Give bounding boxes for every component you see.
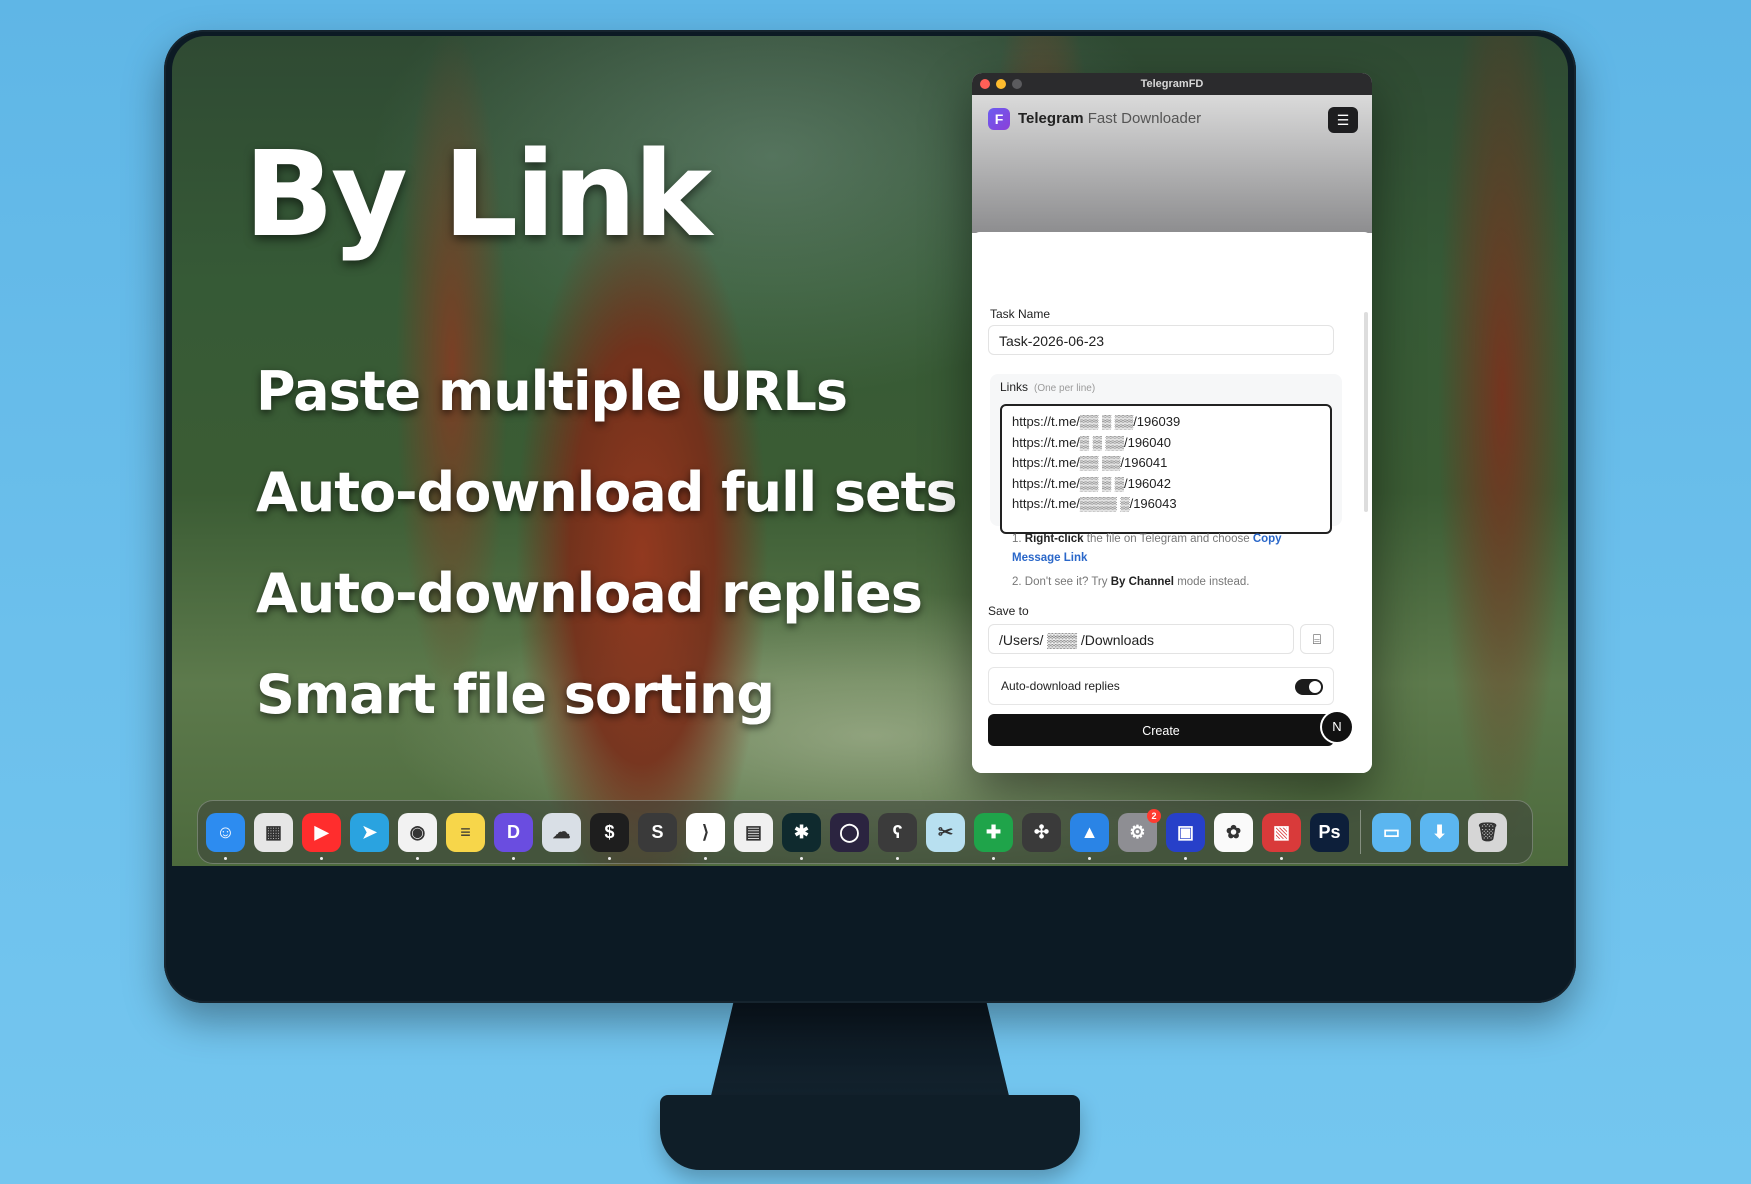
app-title-bold: Telegram <box>1018 110 1084 127</box>
screen-icon[interactable]: ▧ <box>1262 812 1301 860</box>
feature-item: Smart file sorting <box>256 663 775 726</box>
perplexity-icon[interactable]: ✱ <box>782 812 821 860</box>
folder-open-icon[interactable]: ⌸ <box>1300 624 1334 654</box>
launchpad-icon[interactable]: ▦ <box>254 812 293 852</box>
running-indicator <box>224 856 227 860</box>
scissors-icon[interactable]: ✂ <box>926 812 965 852</box>
step1-prefix: 1. <box>1012 533 1022 545</box>
close-button[interactable] <box>980 79 990 89</box>
folder-icon[interactable]: ▭ <box>1372 812 1411 852</box>
links-label-text: Links <box>1000 380 1029 394</box>
by-channel-mode: By Channel <box>1110 576 1174 588</box>
zoom-button[interactable] <box>1012 79 1022 89</box>
auto-replies-label: Auto-download replies <box>1001 679 1120 693</box>
photos-icon[interactable]: ✿ <box>1214 812 1253 852</box>
running-indicator <box>992 856 995 860</box>
link-line: https://t.me/▒▒▒▒ ▒/196043 <box>1012 496 1177 511</box>
auto-replies-row: Auto-download replies <box>988 667 1334 705</box>
system-settings-icon[interactable]: ⚙ 2 <box>1118 808 1161 852</box>
links-textarea[interactable]: https://t.me/▒▒ ▒ ▒▒/196039 https://t.me… <box>1000 404 1332 534</box>
finder-icon[interactable]: ☺ <box>206 812 245 860</box>
feature-item: Paste multiple URLs <box>256 360 848 423</box>
terminal-icon[interactable]: $ <box>590 812 629 860</box>
step2-suffix: mode instead. <box>1177 576 1250 588</box>
feature-list: Paste multiple URLs Auto-download full s… <box>256 360 958 764</box>
traffic-lights <box>980 79 1022 89</box>
window-titlebar: TelegramFD <box>972 73 1372 95</box>
running-indicator <box>1184 856 1187 860</box>
app-title: Telegram Fast Downloader <box>1018 110 1201 127</box>
youtube-music-icon[interactable]: ▶ <box>302 812 341 860</box>
notes-icon[interactable]: ≡ <box>446 812 485 852</box>
monitor-neck <box>710 1000 1010 1100</box>
link-line: https://t.me/▒ ▒ ▒▒/196040 <box>1012 434 1171 450</box>
dash-icon[interactable]: D <box>494 812 533 860</box>
photoshop-icon[interactable]: Ps <box>1310 812 1349 852</box>
running-indicator <box>896 856 899 860</box>
task-name-input[interactable]: Task-2026-06-23 <box>988 325 1334 355</box>
running-indicator <box>1280 856 1283 860</box>
feature-item: Auto-download full sets <box>256 461 958 524</box>
bear-icon[interactable]: ʕ <box>878 812 917 860</box>
instructions: 1. Right-click the file on Telegram and … <box>1012 530 1332 592</box>
running-indicator <box>704 856 707 860</box>
downloads-folder-icon[interactable]: ⬇ <box>1420 812 1459 852</box>
running-indicator <box>800 856 803 860</box>
task-name-label: Task Name <box>990 307 1051 321</box>
frame-icon[interactable]: ▣ <box>1166 812 1205 860</box>
telegram-icon[interactable]: ➤ <box>350 812 389 852</box>
create-task-panel: Task Name Task-2026-06-23 Links (One per … <box>972 232 1372 773</box>
save-path-input[interactable]: /Users/ ▒▒▒ /Downloads <box>988 624 1294 654</box>
minimize-button[interactable] <box>996 79 1006 89</box>
auto-replies-toggle[interactable] <box>1295 679 1323 695</box>
dock: ☺ ▦ ▶ ➤ ◉ ≡ D ☁ $ S ⟩ ▤ ✱ ◯ ʕ ✂ ✚ ✣ ▲ ⚙ 2 ▣ ✿ ▧ Ps ▭ ⬇ 🗑 <box>197 800 1533 864</box>
instruction-step-2: 2. Don't see it? Try By Channel mode ins… <box>1012 573 1332 592</box>
link-line: https://t.me/▒▒ ▒▒/196041 <box>1012 455 1168 470</box>
trash-icon[interactable]: 🗑 <box>1468 812 1507 852</box>
window-title: TelegramFD <box>1140 78 1204 90</box>
step2-prefix: 2. Don't see it? Try <box>1012 576 1108 588</box>
links-label: Links (One per line) <box>1000 380 1095 394</box>
step1-text: the file on Telegram and choose <box>1086 533 1250 545</box>
dock-separator <box>1360 810 1361 854</box>
scrollbar[interactable] <box>1364 312 1368 512</box>
chrome-icon[interactable]: ◉ <box>398 812 437 860</box>
app-logo-icon: F <box>988 108 1010 130</box>
save-to-label: Save to <box>988 604 1029 618</box>
running-indicator <box>512 856 515 860</box>
arc-icon[interactable]: ◯ <box>830 812 869 852</box>
app-window: TelegramFD F Telegram Fast Downloader ☰ … <box>972 73 1372 773</box>
step1-bold: Right-click <box>1024 533 1084 545</box>
running-indicator <box>416 856 419 860</box>
app-header: F Telegram Fast Downloader ☰ <box>972 95 1372 233</box>
monitor-foot <box>660 1095 1080 1170</box>
n-badge[interactable]: N <box>1322 712 1352 742</box>
link-line: https://t.me/▒▒ ▒ ▒▒/196039 <box>1012 414 1181 429</box>
link-line: https://t.me/▒▒ ▒ ▒/196042 <box>1012 475 1171 491</box>
mountain-icon[interactable]: ▲ <box>1070 812 1109 860</box>
cloud-icon[interactable]: ☁ <box>542 812 581 852</box>
vscode-icon[interactable]: ⟩ <box>686 812 725 860</box>
toggle-knob <box>1309 681 1321 693</box>
xcode-cleaner-icon[interactable]: ✚ <box>974 812 1013 860</box>
links-hint: (One per line) <box>1034 383 1096 394</box>
app-title-light: Fast Downloader <box>1087 110 1202 127</box>
notification-badge: 2 <box>1147 808 1161 823</box>
running-indicator <box>608 856 611 860</box>
instruction-step-1: 1. Right-click the file on Telegram and … <box>1012 530 1332 568</box>
menu-button[interactable]: ☰ <box>1328 107 1358 133</box>
create-button[interactable]: Create <box>988 714 1334 746</box>
running-indicator <box>1088 856 1091 860</box>
promo-title: By Link <box>244 125 712 263</box>
running-indicator <box>320 856 323 860</box>
multiply-icon[interactable]: ✣ <box>1022 812 1061 852</box>
feature-item: Auto-download replies <box>256 562 923 625</box>
sublime-icon[interactable]: S <box>638 812 677 852</box>
claquette-icon[interactable]: ▤ <box>734 812 773 852</box>
